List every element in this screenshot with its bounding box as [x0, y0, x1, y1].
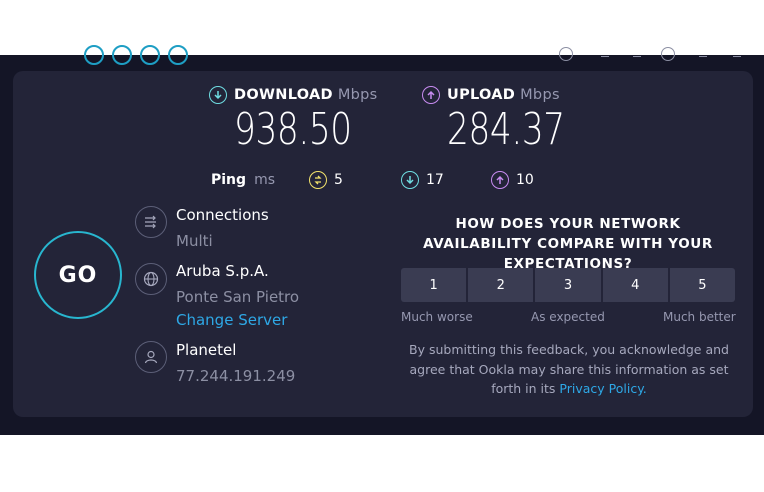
scale-high-label: Much better	[663, 310, 736, 324]
top-nav-icon[interactable]	[140, 45, 160, 65]
upload-label: UPLOAD	[447, 87, 516, 103]
toolbar-icon[interactable]	[699, 49, 707, 57]
ping-idle-value: 5	[334, 172, 343, 188]
account-icon[interactable]	[661, 47, 675, 61]
top-toolbar	[0, 45, 764, 71]
upload-arrow-icon	[422, 86, 440, 104]
ping-row: Ping ms 5 17 10	[211, 171, 534, 189]
rating-option-2[interactable]: 2	[468, 268, 534, 302]
connections-title: Connections	[176, 206, 269, 224]
rating-option-5[interactable]: 5	[669, 268, 736, 302]
globe-icon	[135, 263, 167, 295]
toolbar-icon[interactable]	[601, 49, 609, 57]
ping-download: 17	[401, 171, 444, 189]
change-server-link[interactable]: Change Server	[176, 311, 287, 329]
scale-mid-label: As expected	[531, 310, 605, 324]
connections-icon	[135, 206, 167, 238]
upload-speed-value: 284.37	[447, 104, 565, 155]
toolbar-icon[interactable]	[733, 49, 741, 57]
settings-icon[interactable]	[559, 47, 573, 61]
download-unit: Mbps	[337, 87, 378, 103]
ping-download-value: 17	[426, 172, 444, 188]
server-name: Aruba S.p.A.	[176, 262, 269, 280]
provider-ip: 77.244.191.249	[176, 367, 296, 385]
feedback-disclaimer: By submitting this feedback, you acknowl…	[399, 340, 739, 399]
ping-upload-value: 10	[516, 172, 534, 188]
ping-unit: ms	[254, 172, 275, 188]
download-latency-icon	[401, 171, 419, 189]
user-icon	[135, 341, 167, 373]
privacy-policy-link[interactable]: Privacy Policy.	[559, 381, 646, 396]
server-location: Ponte San Pietro	[176, 288, 300, 306]
rating-option-4[interactable]: 4	[602, 268, 668, 302]
top-nav-icon[interactable]	[112, 45, 132, 65]
upload-header: UPLOAD Mbps	[422, 86, 560, 104]
go-button[interactable]: GO	[34, 231, 122, 319]
scale-low-label: Much worse	[401, 310, 473, 324]
rating-option-3[interactable]: 3	[535, 268, 601, 302]
rating-option-1[interactable]: 1	[401, 268, 467, 302]
results-panel: DOWNLOAD Mbps 938.50 UPLOAD Mbps 284.37 …	[13, 71, 753, 417]
rating-scale: 1 2 3 4 5	[401, 268, 736, 302]
toolbar-icon[interactable]	[633, 49, 641, 57]
download-arrow-icon	[209, 86, 227, 104]
ping-upload: 10	[491, 171, 534, 189]
ping-label: Ping	[211, 172, 247, 188]
upload-latency-icon	[491, 171, 509, 189]
top-nav-icon[interactable]	[168, 45, 188, 65]
top-nav-icon[interactable]	[84, 45, 104, 65]
speedtest-app: DOWNLOAD Mbps 938.50 UPLOAD Mbps 284.37 …	[0, 45, 764, 435]
idle-latency-icon	[309, 171, 327, 189]
provider-name: Planetel	[176, 341, 237, 359]
connections-value: Multi	[176, 232, 213, 250]
feedback-question: HOW DOES YOUR NETWORK AVAILABILITY COMPA…	[423, 216, 713, 272]
download-speed-value: 938.50	[234, 104, 352, 155]
ping-idle: 5	[309, 171, 343, 189]
upload-unit: Mbps	[520, 87, 560, 103]
download-label: DOWNLOAD	[234, 87, 333, 103]
download-header: DOWNLOAD Mbps	[209, 86, 378, 104]
